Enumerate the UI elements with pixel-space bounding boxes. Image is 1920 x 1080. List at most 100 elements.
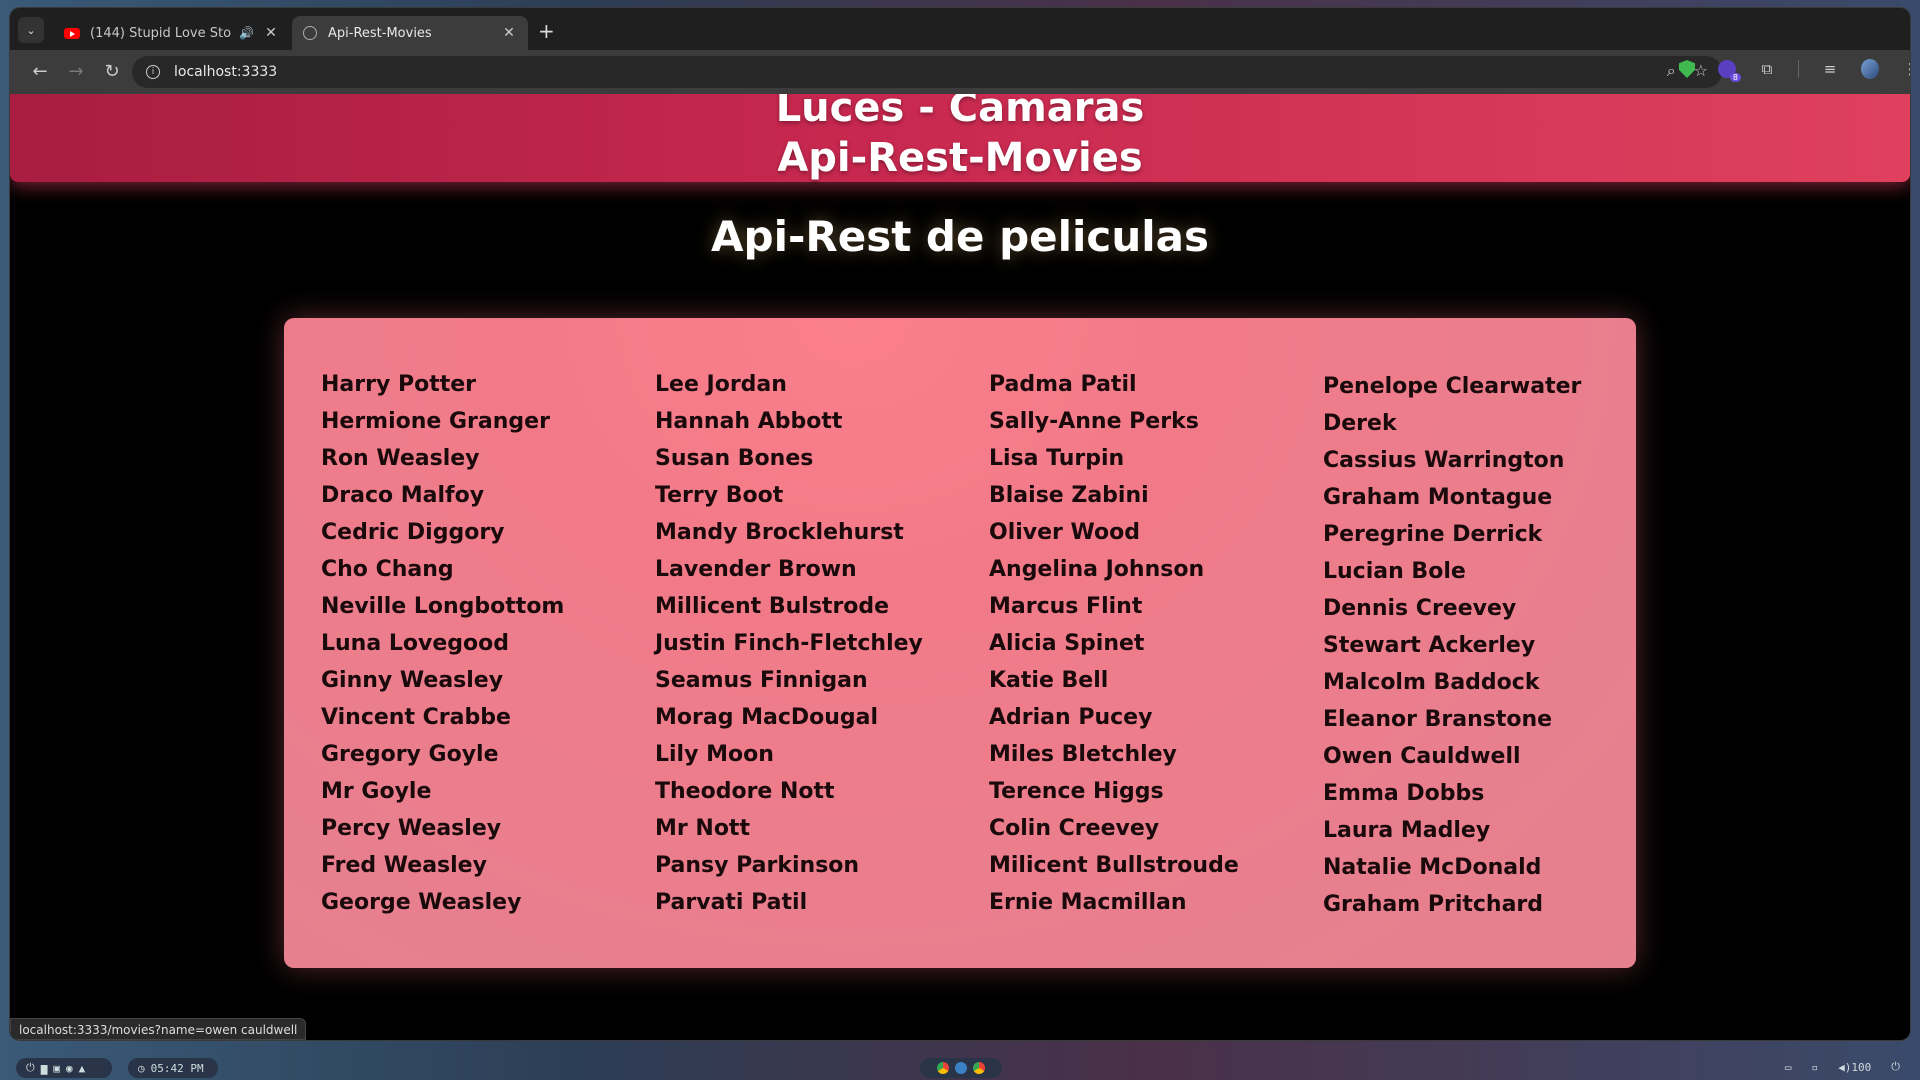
character-link[interactable]: Lisa Turpin <box>989 440 1239 477</box>
notification-icon[interactable]: ▭ <box>1785 1061 1792 1074</box>
character-link[interactable]: Seamus Finnigan <box>655 662 923 699</box>
character-link[interactable]: Emma Dobbs <box>1323 775 1581 812</box>
extension-badge-icon[interactable]: 8 <box>1718 60 1741 82</box>
character-link[interactable]: Ginny Weasley <box>321 662 564 699</box>
clock[interactable]: ◷ 05:42 PM <box>128 1058 218 1078</box>
tab-strip: ⌄ (144) Stupid Love Story - 🔊 ✕ Api-Rest… <box>10 8 1910 50</box>
character-link[interactable]: Mandy Brocklehurst <box>655 514 923 551</box>
character-link[interactable]: Vincent Crabbe <box>321 699 564 736</box>
kebab-menu-icon[interactable]: ⋮ <box>1901 60 1911 78</box>
character-column-4: Penelope Clearwater Derek Cassius Warringt… <box>1323 368 1581 923</box>
lock-icon[interactable]: ▲ <box>79 1062 86 1075</box>
character-link[interactable]: Eleanor Branstone <box>1323 701 1581 738</box>
forward-button[interactable]: → <box>64 60 88 84</box>
character-link[interactable]: Fred Weasley <box>321 847 564 884</box>
close-icon[interactable]: ✕ <box>500 25 518 41</box>
character-link[interactable]: Marcus Flint <box>989 588 1239 625</box>
tab-youtube[interactable]: (144) Stupid Love Story - 🔊 ✕ <box>54 16 290 50</box>
chrome-icon[interactable] <box>937 1062 949 1074</box>
character-link[interactable]: Lily Moon <box>655 736 923 773</box>
puzzle-icon[interactable]: ⧉ <box>1758 60 1776 78</box>
character-link[interactable]: Oliver Wood <box>989 514 1239 551</box>
palette-icon[interactable]: ◉ <box>66 1062 73 1075</box>
reload-icon: ↻ <box>104 61 120 82</box>
character-link[interactable]: Harry Potter <box>321 366 564 403</box>
character-link[interactable]: Lucian Bole <box>1323 553 1581 590</box>
character-link[interactable]: Ron Weasley <box>321 440 564 477</box>
tab-search-button[interactable]: ⌄ <box>18 17 44 43</box>
character-link[interactable]: Owen Cauldwell <box>1323 738 1581 775</box>
screen-icon[interactable]: ▫ <box>1812 1061 1819 1074</box>
character-link[interactable]: Justin Finch-Fletchley <box>655 625 923 662</box>
character-link[interactable]: Dennis Creevey <box>1323 590 1581 627</box>
character-link[interactable]: Pansy Parkinson <box>655 847 923 884</box>
character-link[interactable]: George Weasley <box>321 884 564 921</box>
character-link[interactable]: Laura Madley <box>1323 812 1581 849</box>
power-menu-icon[interactable]: ⏻ <box>1891 1060 1900 1074</box>
character-link[interactable]: Padma Patil <box>989 366 1239 403</box>
info-icon[interactable]: i <box>146 65 160 79</box>
character-link[interactable]: Natalie McDonald <box>1323 849 1581 886</box>
character-link[interactable]: Millicent Bulstrode <box>655 588 923 625</box>
power-icon[interactable]: ⏻ <box>26 1061 35 1075</box>
character-link[interactable]: Luna Lovegood <box>321 625 564 662</box>
shield-extension-icon[interactable] <box>1678 60 1696 78</box>
tab-title: Api-Rest-Movies <box>328 25 432 41</box>
workspace-indicator[interactable]: ⏻ ▆ ▣ ◉ ▲ <box>16 1058 112 1078</box>
character-link[interactable]: Ernie Macmillan <box>989 884 1239 921</box>
media-control-icon[interactable]: ≡ <box>1821 60 1839 78</box>
character-link[interactable]: Terry Boot <box>655 477 923 514</box>
speaker-icon[interactable]: 🔊 <box>239 26 254 40</box>
character-link[interactable]: Malcolm Baddock <box>1323 664 1581 701</box>
character-link[interactable]: Graham Montague <box>1323 479 1581 516</box>
zoom-icon[interactable]: ⌕ <box>1667 61 1676 81</box>
character-link[interactable]: Draco Malfoy <box>321 477 564 514</box>
character-link[interactable]: Susan Bones <box>655 440 923 477</box>
address-bar[interactable]: i localhost:3333 ⌕ ☆ <box>132 56 1722 88</box>
character-link[interactable]: Miles Bletchley <box>989 736 1239 773</box>
character-link[interactable]: Cho Chang <box>321 551 564 588</box>
character-link[interactable]: Derek <box>1323 405 1581 442</box>
character-link[interactable]: Percy Weasley <box>321 810 564 847</box>
close-icon[interactable]: ✕ <box>262 25 280 41</box>
new-tab-button[interactable]: + <box>538 21 555 41</box>
speaker-icon: ◀) <box>1838 1060 1852 1074</box>
folder-icon[interactable]: ▆ <box>41 1062 48 1075</box>
back-button[interactable]: ← <box>28 60 52 84</box>
window-icon[interactable]: ▣ <box>53 1062 60 1075</box>
character-link[interactable]: Lee Jordan <box>655 366 923 403</box>
character-link[interactable]: Mr Nott <box>655 810 923 847</box>
character-link[interactable]: Blaise Zabini <box>989 477 1239 514</box>
character-column-2: Lee Jordan Hannah Abbott Susan Bones Terry … <box>655 366 923 921</box>
character-link[interactable]: Penelope Clearwater <box>1323 368 1581 405</box>
character-link[interactable]: Peregrine Derrick <box>1323 516 1581 553</box>
chrome-icon[interactable] <box>973 1062 985 1074</box>
character-link[interactable]: Milicent Bullstroude <box>989 847 1239 884</box>
character-link[interactable]: Hermione Granger <box>321 403 564 440</box>
vscode-icon[interactable] <box>955 1062 967 1074</box>
character-link[interactable]: Theodore Nott <box>655 773 923 810</box>
character-link[interactable]: Cassius Warrington <box>1323 442 1581 479</box>
tab-api-rest-movies[interactable]: Api-Rest-Movies ✕ <box>292 16 528 50</box>
character-link[interactable]: Stewart Ackerley <box>1323 627 1581 664</box>
youtube-icon <box>64 25 80 41</box>
character-link[interactable]: Cedric Diggory <box>321 514 564 551</box>
character-link[interactable]: Hannah Abbott <box>655 403 923 440</box>
volume-control[interactable]: ◀)100 <box>1838 1061 1871 1074</box>
character-link[interactable]: Katie Bell <box>989 662 1239 699</box>
character-link[interactable]: Graham Pritchard <box>1323 886 1581 923</box>
character-link[interactable]: Colin Creevey <box>989 810 1239 847</box>
reload-button[interactable]: ↻ <box>100 60 124 84</box>
character-link[interactable]: Parvati Patil <box>655 884 923 921</box>
character-link[interactable]: Alicia Spinet <box>989 625 1239 662</box>
character-link[interactable]: Terence Higgs <box>989 773 1239 810</box>
avatar[interactable] <box>1861 59 1879 79</box>
character-link[interactable]: Gregory Goyle <box>321 736 564 773</box>
character-link[interactable]: Adrian Pucey <box>989 699 1239 736</box>
character-link[interactable]: Mr Goyle <box>321 773 564 810</box>
character-link[interactable]: Neville Longbottom <box>321 588 564 625</box>
character-link[interactable]: Lavender Brown <box>655 551 923 588</box>
character-link[interactable]: Sally-Anne Perks <box>989 403 1239 440</box>
character-link[interactable]: Morag MacDougal <box>655 699 923 736</box>
character-link[interactable]: Angelina Johnson <box>989 551 1239 588</box>
